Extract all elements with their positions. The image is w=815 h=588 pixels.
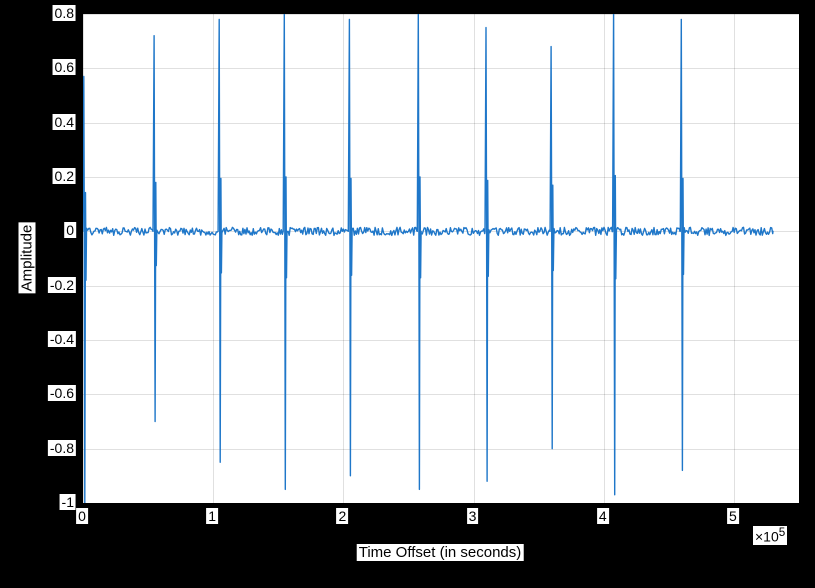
y-tick-label: -0.6	[48, 385, 76, 401]
y-tick-label: -1	[60, 494, 76, 510]
y-tick-label: 0	[64, 222, 76, 238]
x-tick-label: 0	[76, 508, 88, 524]
y-tick-label: 0.2	[53, 168, 76, 184]
gridline-h	[83, 503, 799, 504]
plot-area	[82, 13, 800, 504]
y-tick-label: -0.8	[48, 440, 76, 456]
y-tick-label: 0.6	[53, 59, 76, 75]
x-axis-label: Time Offset (in seconds)	[357, 544, 524, 561]
x-tick-label: 4	[597, 508, 609, 524]
x-tick-label: 3	[467, 508, 479, 524]
x-tick-label: 5	[727, 508, 739, 524]
x-exponent-label: ×105	[753, 526, 787, 545]
signal-plot	[83, 14, 799, 503]
series-signal	[83, 14, 773, 503]
y-axis-label: Amplitude	[19, 222, 36, 293]
x-tick-label: 1	[206, 508, 218, 524]
y-tick-label: -0.2	[48, 277, 76, 293]
y-tick-label: 0.4	[53, 114, 76, 130]
x-tick-label: 2	[336, 508, 348, 524]
y-tick-label: 0.8	[53, 5, 76, 21]
chart-container: 0 1 2 3 4 5 -1 -0.8 -0.6 -0.4 -0.2 0 0.2 0.4 0.6 0.8 ×10…	[0, 0, 815, 588]
y-tick-label: -0.4	[48, 331, 76, 347]
